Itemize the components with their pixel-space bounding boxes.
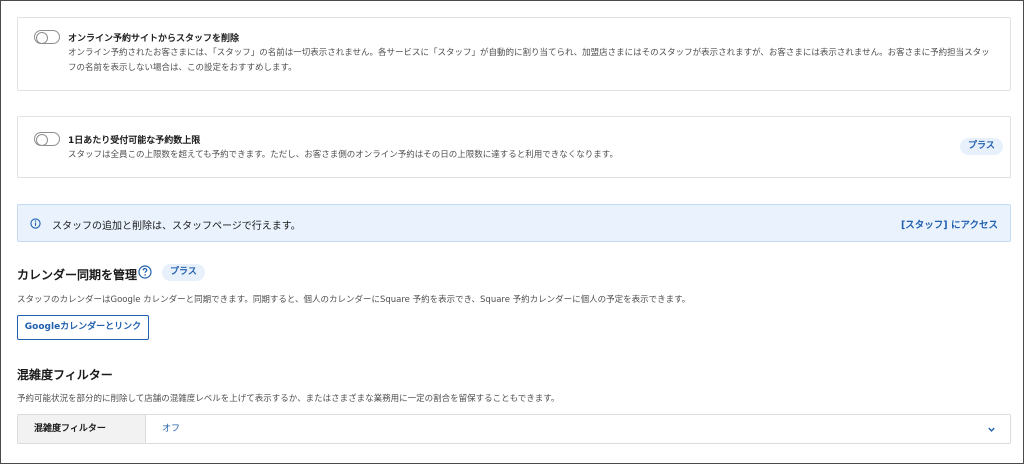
page-frame: オンライン予約サイトからスタッフを削除 オンライン予約されたお客さまには、「スタ… [0, 0, 1024, 464]
congestion-filter-description: 予約可能状況を部分的に削除して店舗の混雑度レベルを上げて表示するか、またはさまざ… [17, 394, 560, 404]
congestion-filter-row: 混雑度フィルター オフ [17, 414, 1011, 444]
info-banner: スタッフの追加と削除は、スタッフページで行えます。 [スタッフ] にアクセス [17, 204, 1011, 242]
congestion-filter-select[interactable]: オフ [146, 415, 1010, 443]
staff-removal-toggle[interactable] [34, 30, 60, 44]
staff-removal-card: オンライン予約サイトからスタッフを削除 オンライン予約されたお客さまには、「スタ… [17, 17, 1011, 91]
congestion-filter-value: オフ [162, 424, 181, 434]
plus-badge: プラス [162, 264, 205, 281]
calendar-sync-title: カレンダー同期を管理 [17, 268, 138, 282]
link-google-calendar-button[interactable]: Googleカレンダーとリンク [17, 315, 149, 340]
daily-limit-description: スタッフは全員この上限数を超えても予約できます。ただし、お客さま側のオンライン予… [68, 150, 618, 160]
help-icon[interactable] [138, 265, 152, 279]
staff-removal-title: オンライン予約サイトからスタッフを削除 [68, 34, 240, 44]
daily-limit-title: 1日あたり受付可能な予約数上限 [68, 136, 201, 146]
congestion-filter-title: 混雑度フィルター [17, 368, 113, 382]
info-banner-text: スタッフの追加と削除は、スタッフページで行えます。 [52, 221, 301, 232]
congestion-filter-label: 混雑度フィルター [18, 415, 146, 443]
calendar-sync-description: スタッフのカレンダーはGoogle カレンダーと同期できます。同期すると、個人の… [17, 295, 691, 305]
chevron-down-icon [988, 427, 995, 432]
daily-limit-card: 1日あたり受付可能な予約数上限 スタッフは全員この上限数を超えても予約できます。… [17, 116, 1011, 178]
staff-page-link[interactable]: [スタッフ] にアクセス [901, 217, 998, 231]
staff-removal-description: オンライン予約されたお客さまには、「スタッフ」の名前は一切表示されません。各サー… [68, 48, 990, 73]
plus-badge: プラス [960, 138, 1003, 155]
daily-limit-toggle[interactable] [34, 132, 60, 146]
info-icon [30, 218, 41, 229]
